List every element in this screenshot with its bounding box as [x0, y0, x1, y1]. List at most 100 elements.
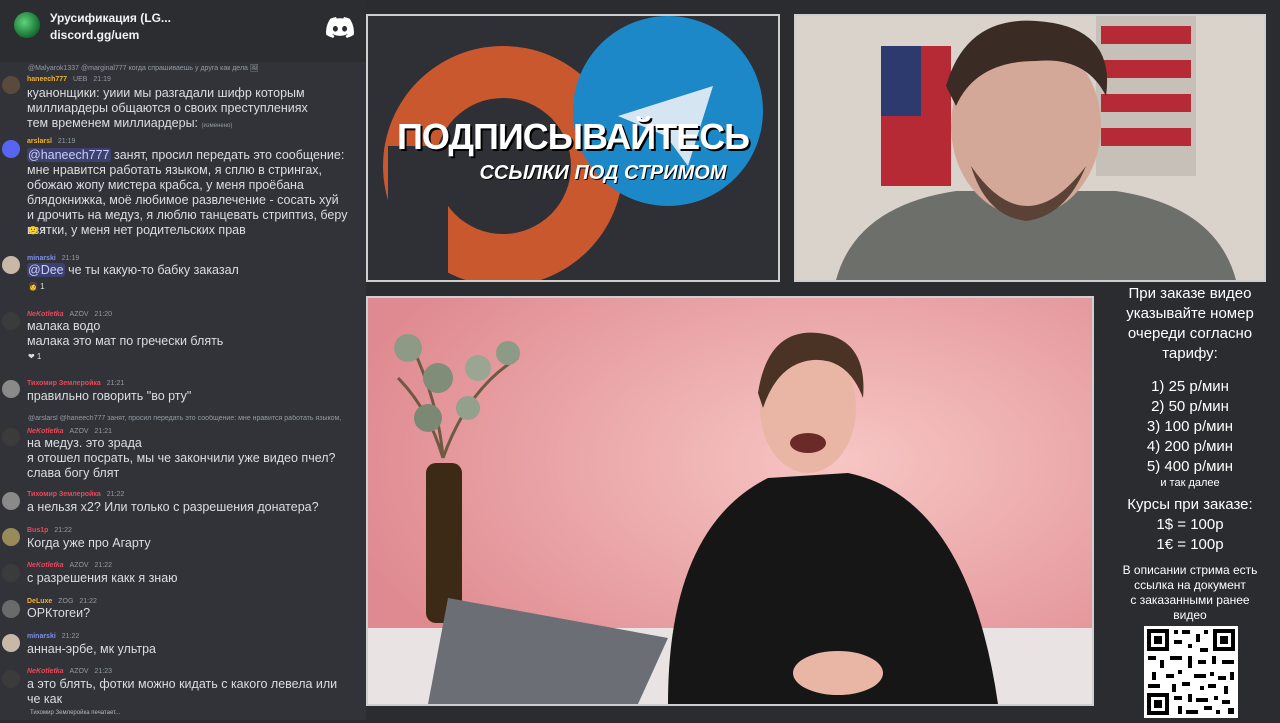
avatar[interactable]	[2, 76, 20, 94]
timestamp: 21:22	[94, 562, 113, 569]
avatar[interactable]	[2, 600, 20, 618]
price-tier: 1) 25 р/мин	[1151, 378, 1229, 395]
username[interactable]: NeKotletka	[27, 428, 64, 435]
avatar[interactable]	[2, 528, 20, 546]
server-name[interactable]: Урусификация (LG...	[50, 11, 171, 25]
username[interactable]: DeLuxe	[27, 598, 52, 605]
reply-preview[interactable]: @arslarsl @haneech777 занят, просил пере…	[28, 415, 366, 422]
promo-banner: ПОДПИСЫВАЙТЕСЬ ССЫЛКИ ПОД СТРИМОМ	[366, 14, 780, 282]
badge-text: AZOV	[69, 428, 89, 435]
username[interactable]: minarski	[27, 255, 56, 262]
username[interactable]: Тихомир Землеройка	[27, 491, 101, 498]
user-mention[interactable]: @Dee	[27, 263, 65, 277]
timestamp: 21:21	[94, 428, 113, 435]
avatar[interactable]	[2, 670, 20, 688]
message-text: с разрешения какк я знаю	[27, 571, 178, 585]
message-text: Когда уже про Агарту	[27, 536, 151, 550]
timestamp: 21:20	[94, 311, 113, 318]
typing-indicator: Тихомир Землеройка печатает...	[30, 710, 121, 716]
username[interactable]: Bus1p	[27, 527, 48, 534]
price-tier: 5) 400 р/мин	[1146, 458, 1234, 475]
badge-text: AZOV	[69, 311, 89, 318]
message-text: аннан-эрбе, мк ультра	[27, 642, 156, 656]
message-text: @Dee че ты какую-то бабку заказал	[27, 263, 366, 278]
message-text: на медуз. это зрада я отошел посрать, мы…	[27, 436, 336, 480]
message-body: че ты какую-то бабку заказал	[64, 263, 239, 277]
message-header: Тихомир Землеройка 21:21	[27, 380, 124, 387]
promo-title: ПОДПИСЫВАЙТЕСЬ	[397, 116, 750, 157]
person-mouth	[790, 433, 826, 453]
message-header: NeKotletka AZOV 21:20	[27, 311, 112, 318]
info-note-line: ссылка на документ	[1134, 578, 1246, 592]
avatar[interactable]	[2, 492, 20, 510]
username[interactable]: haneech777	[27, 76, 67, 83]
badge-text: UEB	[73, 76, 88, 83]
info-note-line: с заказанными ранее	[1130, 593, 1250, 607]
avatar[interactable]	[2, 634, 20, 652]
info-note-line: видео	[1173, 608, 1207, 622]
message-header: DeLuxe ZOG 21:22	[27, 598, 97, 605]
chat-panel: Урусификация (LG... discord.gg/uem @Maly…	[0, 0, 366, 720]
avatar[interactable]	[2, 564, 20, 582]
promo-subtitle: ССЫЛКИ ПОД СТРИМОМ	[479, 162, 727, 184]
webcam-feed	[794, 14, 1266, 282]
timestamp: 21:23	[94, 668, 113, 675]
reaction[interactable]: 😕 2	[28, 226, 45, 235]
reaction[interactable]: ❤ 1	[28, 352, 41, 361]
timestamp: 21:22	[106, 491, 125, 498]
reply-preview[interactable]: @Malyarok1337 @marginal777 когда спрашив…	[28, 64, 366, 72]
message-text: малака водо малака это мат по гречески б…	[27, 319, 224, 348]
edited-label: (изменено)	[201, 123, 233, 129]
reaction[interactable]: 👩 1	[28, 282, 45, 291]
badge-text: ZOG	[58, 598, 74, 605]
price-tier: 4) 200 р/мин	[1146, 438, 1234, 455]
webcam-scene	[796, 16, 1264, 280]
person-hands	[793, 651, 883, 695]
message-header: NeKotletka AZOV 21:23	[27, 668, 112, 675]
message-header: NeKotletka AZOV 21:21	[27, 428, 112, 435]
avatar[interactable]	[2, 256, 20, 274]
username[interactable]: NeKotletka	[27, 668, 64, 675]
user-mention[interactable]: @haneech777	[27, 148, 111, 162]
badge-text: AZOV	[69, 562, 89, 569]
info-note-line: В описании стрима есть	[1122, 563, 1258, 577]
username[interactable]: NeKotletka	[27, 562, 64, 569]
message-text: а это блять, фотки можно кидать с какого…	[27, 677, 338, 706]
message-header: minarski 21:19	[27, 255, 79, 262]
message-header: NeKotletka AZOV 21:22	[27, 562, 112, 569]
flag-canton	[881, 46, 921, 116]
price-tier: 2) 50 р/мин	[1151, 398, 1229, 415]
avatar[interactable]	[2, 428, 20, 446]
message-header: Тихомир Землеройка 21:22	[27, 491, 124, 498]
info-heading-line: указывайте номер	[1126, 305, 1254, 322]
badge-text: AZOV	[69, 668, 89, 675]
message-header: Bus1p 21:22	[27, 527, 72, 534]
timestamp: 21:21	[106, 380, 125, 387]
username[interactable]: Тихомир Землеройка	[27, 380, 101, 387]
avatar[interactable]	[2, 380, 20, 398]
timestamp: 21:22	[61, 633, 80, 640]
avatar[interactable]	[2, 140, 20, 158]
rates-heading: Курсы при заказе:	[1127, 496, 1253, 513]
username[interactable]: arslarsl	[27, 138, 52, 145]
message-text: куанонщики: уиии мы разгадали шифр котор…	[27, 86, 366, 134]
username[interactable]: minarski	[27, 633, 56, 640]
bottle	[426, 463, 462, 623]
rate-line: 1€ = 100р	[1156, 536, 1224, 553]
message-text: ОРКтогеи?	[27, 606, 91, 620]
video-scene	[368, 298, 1092, 704]
timestamp: 21:19	[61, 255, 80, 262]
timestamp: 21:19	[57, 138, 76, 145]
qr-code[interactable]	[1144, 626, 1238, 718]
message-text: а нельзя х2? Или только с разрешения дон…	[27, 500, 319, 514]
server-invite[interactable]: discord.gg/uem	[50, 28, 139, 42]
timestamp: 21:22	[54, 527, 72, 534]
message-text: правильно говорить "во рту"	[27, 389, 192, 403]
qr-code-graphic	[1147, 629, 1235, 715]
price-etc: и так далее	[1160, 477, 1220, 489]
message-body: куанонщики: уиии мы разгадали шифр котор…	[27, 86, 308, 130]
avatar[interactable]	[2, 312, 20, 330]
chat-header: Урусификация (LG... discord.gg/uem	[0, 0, 366, 62]
server-icon[interactable]	[14, 12, 40, 38]
username[interactable]: NeKotletka	[27, 311, 64, 318]
